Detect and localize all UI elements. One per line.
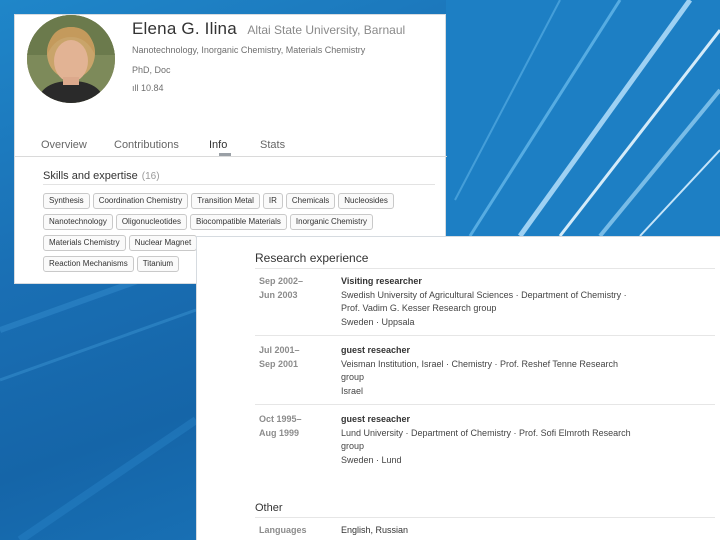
skill-chip[interactable]: Transition Metal [191, 193, 260, 209]
profile-degree: PhD, Doc [132, 65, 171, 75]
skills-divider [43, 184, 435, 185]
skill-chip[interactable]: Oligonucleotides [115, 214, 187, 230]
entry-group: group [341, 441, 365, 451]
skill-chip[interactable]: Chemicals [285, 193, 336, 209]
entry-date-end: Aug 1999 [259, 427, 300, 438]
skill-chip[interactable]: Biocompatible Materials [189, 214, 287, 230]
skill-chip[interactable]: Nuclear Magnet [128, 235, 198, 251]
profile-affiliation[interactable]: Altai State University, Barnaul [247, 23, 405, 37]
skill-chip[interactable]: Synthesis [43, 193, 90, 209]
entry-date-end: Sep 2001 [259, 358, 299, 369]
entry-body: Visiting researcher Swedish University o… [341, 275, 681, 329]
skill-chip[interactable]: Nanotechnology [43, 214, 113, 230]
entry-location: Israel [341, 385, 364, 396]
entry-institution[interactable]: Lund University · Department of Chemistr… [341, 427, 681, 441]
chip-row: Nanotechnology Oligonucleotides Biocompa… [43, 214, 443, 230]
entry-date-start: Oct 1995– [259, 414, 302, 424]
skill-chip[interactable]: Coordination Chemistry [92, 193, 189, 209]
skills-count: (16) [141, 171, 160, 182]
entry-location: Sweden · Lund [341, 454, 402, 465]
entry-date-start: Jul 2001– [259, 345, 300, 355]
active-tab-indicator [219, 153, 231, 156]
entry-body: guest reseacher Lund University · Depart… [341, 413, 681, 467]
entry-dates: Sep 2002– Jun 2003 [259, 275, 339, 302]
profile-tabs: Overview Contributions Info Stats [15, 135, 447, 157]
experience-entry: Sep 2002– Jun 2003 Visiting researcher S… [255, 275, 715, 337]
entry-dates: Oct 1995– Aug 1999 [259, 413, 339, 440]
entry-date-start: Sep 2002– [259, 276, 304, 286]
entry-role: guest reseacher [341, 414, 411, 424]
research-card: Research experience Sep 2002– Jun 2003 V… [196, 236, 720, 540]
profile-score: ıll 10.84 [132, 83, 164, 93]
research-title: Research experience [255, 251, 369, 265]
skill-chip[interactable]: Materials Chemistry [43, 235, 126, 251]
profile-name[interactable]: Elena G. Ilina [132, 19, 237, 38]
skills-heading: Skills and expertise (16) [43, 170, 160, 182]
skill-chip[interactable]: Nucleosides [338, 193, 394, 209]
tab-stats[interactable]: Stats [260, 139, 285, 151]
experience-entry: Oct 1995– Aug 1999 guest reseacher Lund … [255, 413, 715, 475]
tab-contributions[interactable]: Contributions [114, 139, 179, 151]
entry-date-end: Jun 2003 [259, 289, 298, 300]
skill-chip[interactable]: Reaction Mechanisms [43, 256, 134, 272]
entry-dates: Jul 2001– Sep 2001 [259, 344, 339, 371]
entry-divider [255, 335, 715, 336]
name-row: Elena G. Ilina Altai State University, B… [132, 19, 405, 39]
profile-fields: Nanotechnology, Inorganic Chemistry, Mat… [132, 45, 366, 55]
entry-group: Prof. Vadim G. Kesser Research group [341, 303, 497, 313]
languages-label: Languages [259, 525, 307, 535]
entry-divider [255, 404, 715, 405]
entry-group: group [341, 372, 365, 382]
skills-title: Skills and expertise [43, 170, 138, 182]
chip-row: Synthesis Coordination Chemistry Transit… [43, 193, 443, 209]
skill-chip[interactable]: Inorganic Chemistry [289, 214, 374, 230]
other-divider [255, 517, 715, 518]
tab-overview[interactable]: Overview [41, 139, 87, 151]
entry-role: guest reseacher [341, 345, 411, 355]
entry-institution[interactable]: Veisman Institution, Israel · Chemistry … [341, 358, 681, 372]
entry-location: Sweden · Uppsala [341, 316, 415, 327]
skill-chip[interactable]: IR [262, 193, 283, 209]
avatar-portrait [27, 15, 115, 103]
languages-value: English, Russian [341, 525, 409, 535]
entry-institution[interactable]: Swedish University of Agricultural Scien… [341, 289, 681, 303]
skill-chip[interactable]: Titanium [136, 256, 180, 272]
other-title: Other [255, 502, 283, 514]
entry-role: Visiting researcher [341, 276, 422, 286]
entry-body: guest reseacher Veisman Institution, Isr… [341, 344, 681, 398]
research-divider [255, 268, 715, 269]
tab-info[interactable]: Info [209, 139, 227, 151]
experience-entry: Jul 2001– Sep 2001 guest reseacher Veism… [255, 344, 715, 406]
avatar[interactable] [27, 15, 115, 103]
